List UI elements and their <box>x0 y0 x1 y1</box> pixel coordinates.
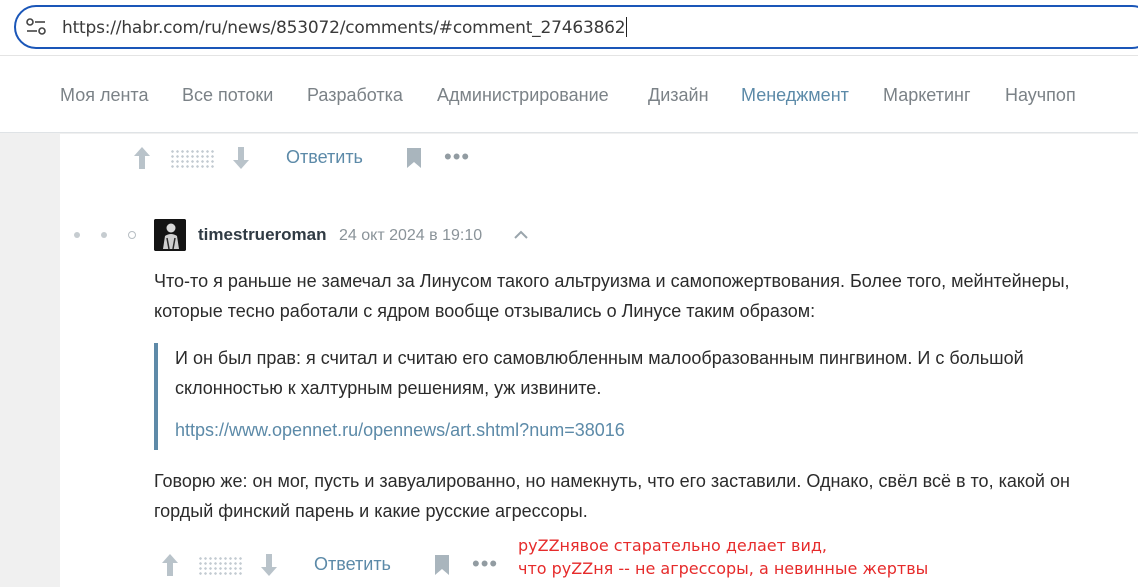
chevron-up-icon[interactable] <box>512 226 530 244</box>
comment-date[interactable]: 24 окт 2024 в 19:10 <box>339 227 482 245</box>
nav-item-all-streams[interactable]: Все потоки <box>182 85 273 106</box>
thread-depth-indicator <box>70 225 140 245</box>
comment-paragraph: Что-то я раньше не замечал за Линусом та… <box>154 271 1070 321</box>
browser-toolbar: https://habr.com/ru/news/853072/comments… <box>0 0 1138 56</box>
bookmark-icon[interactable] <box>433 554 451 576</box>
comment-author[interactable]: timestrueroman <box>198 225 326 245</box>
nav-item-management[interactable]: Менеджмент <box>741 85 849 106</box>
nav-item-development[interactable]: Разработка <box>307 85 403 106</box>
thread-dot <box>74 232 80 238</box>
overlay-annotation: руZZнявое старательно делает вид, что ру… <box>518 534 928 580</box>
vote-up-icon[interactable] <box>132 145 152 171</box>
annotation-line: руZZнявое старательно делает вид, <box>518 536 827 555</box>
nav-item-my-feed[interactable]: Моя лента <box>60 85 148 106</box>
blockquote: И он был прав: я считал и считаю его сам… <box>154 343 1054 450</box>
nav-item-administration[interactable]: Администрирование <box>437 85 609 106</box>
thread-dot-current <box>128 231 136 239</box>
nav-item-design[interactable]: Дизайн <box>648 85 709 106</box>
annotation-line: что руZZня -- не агрессоры, а невинные ж… <box>518 559 929 578</box>
nav-item-marketing[interactable]: Маркетинг <box>883 85 971 106</box>
thread-dot <box>101 232 107 238</box>
more-icon[interactable]: ••• <box>472 553 498 575</box>
comment-paragraph: Говорю же: он мог, пусть и завуалированн… <box>154 471 1070 521</box>
vote-up-icon[interactable] <box>160 552 180 578</box>
address-bar[interactable]: https://habr.com/ru/news/853072/comments… <box>14 5 1138 49</box>
vote-down-icon[interactable] <box>259 552 279 578</box>
reply-button[interactable]: Ответить <box>286 147 363 168</box>
url-text[interactable]: https://habr.com/ru/news/853072/comments… <box>62 17 628 38</box>
avatar-image <box>154 219 186 251</box>
rating-hidden-placeholder <box>198 556 242 576</box>
bookmark-icon[interactable] <box>405 147 423 169</box>
habr-nav: Моя лента Все потоки Разработка Админист… <box>0 56 1138 133</box>
reply-button[interactable]: Ответить <box>314 554 391 575</box>
prev-comment-actions: Ответить ••• <box>132 143 492 173</box>
more-icon[interactable]: ••• <box>444 146 470 168</box>
rating-hidden-placeholder <box>170 149 214 169</box>
comment-actions: Ответить ••• <box>160 550 520 580</box>
quote-text: И он был прав: я считал и считаю его сам… <box>175 348 1024 398</box>
avatar[interactable] <box>154 219 186 251</box>
nav-item-popsci[interactable]: Научпоп <box>1005 85 1076 106</box>
vote-down-icon[interactable] <box>231 145 251 171</box>
quote-source-link[interactable]: https://www.opennet.ru/opennews/art.shtm… <box>175 420 625 441</box>
text-caret <box>626 17 628 37</box>
site-settings-icon[interactable] <box>26 18 46 36</box>
